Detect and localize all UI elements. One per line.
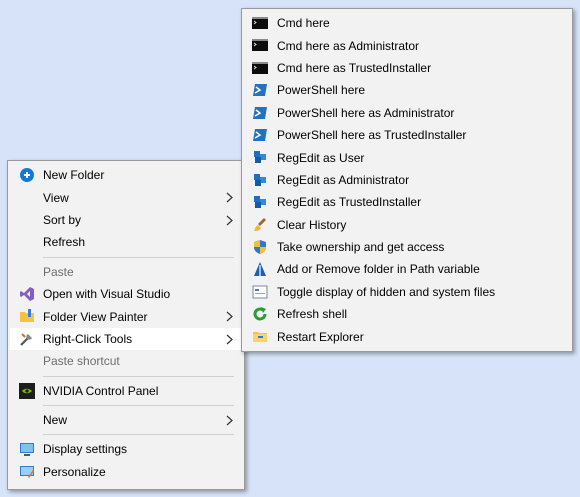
menu-separator: [43, 375, 234, 377]
powershell-icon: [253, 84, 267, 97]
new-folder-icon: [20, 168, 34, 182]
submenu-item-cmd-admin[interactable]: Cmd here as Administrator: [244, 34, 570, 56]
menu-item-new[interactable]: New: [10, 409, 242, 431]
chevron-right-icon: [226, 215, 233, 226]
menu-item-label: Personalize: [43, 464, 106, 479]
refresh-shell-icon: [253, 307, 267, 321]
menu-separator: [43, 256, 234, 258]
submenu-item-label: RegEdit as TrustedInstaller: [277, 195, 422, 210]
restart-explorer-icon: [253, 332, 267, 343]
submenu-item-label: Clear History: [277, 217, 347, 232]
cmd-icon: [252, 39, 268, 52]
tools-icon: [20, 333, 32, 346]
menu-item-label: Folder View Painter: [43, 309, 148, 324]
submenu-item-regedit-trustedinstaller[interactable]: RegEdit as TrustedInstaller: [244, 191, 570, 213]
shield-icon: [254, 239, 266, 254]
submenu-item-cmd-trustedinstaller[interactable]: Cmd here as TrustedInstaller: [244, 57, 570, 79]
menu-item-label: New Folder: [43, 168, 105, 183]
menu-item-label: Paste: [43, 264, 74, 279]
menu-item-label: Refresh: [43, 235, 86, 250]
submenu-item-label: PowerShell here as TrustedInstaller: [277, 128, 467, 143]
submenu-item-label: Restart Explorer: [277, 329, 364, 344]
menu-item-paste-shortcut: Paste shortcut: [10, 350, 242, 372]
powershell-icon: [253, 106, 267, 119]
cmd-icon: [252, 17, 268, 29]
chevron-right-icon: [226, 192, 233, 203]
regedit-icon: [254, 173, 266, 186]
menu-item-label: Paste shortcut: [43, 354, 120, 369]
menu-item-refresh[interactable]: Refresh: [10, 231, 242, 253]
menu-item-label: New: [43, 413, 68, 428]
menu-item-right-click-tools[interactable]: Right-Click Tools: [10, 327, 242, 351]
clear-history-icon: [254, 217, 266, 231]
submenu-item-toggle-hidden-files[interactable]: Toggle display of hidden and system file…: [244, 281, 570, 303]
visual-studio-icon: [20, 286, 34, 301]
submenu-item-powershell-admin[interactable]: PowerShell here as Administrator: [244, 102, 570, 124]
menu-item-label: Display settings: [43, 442, 128, 457]
submenu-item-refresh-shell[interactable]: Refresh shell: [244, 303, 570, 325]
menu-separator: [43, 434, 234, 436]
submenu-item-label: Cmd here as Administrator: [277, 38, 420, 53]
submenu-item-take-ownership[interactable]: Take ownership and get access: [244, 236, 570, 258]
menu-item-new-folder[interactable]: New Folder: [10, 164, 242, 186]
menu-item-paste: Paste: [10, 261, 242, 283]
submenu-item-powershell-trustedinstaller[interactable]: PowerShell here as TrustedInstaller: [244, 124, 570, 146]
menu-item-folder-view-painter[interactable]: Folder View Painter: [10, 305, 242, 327]
menu-item-display-settings[interactable]: Display settings: [10, 438, 242, 460]
submenu-item-label: Refresh shell: [277, 307, 348, 322]
folder-painter-icon: [20, 309, 34, 323]
menu-item-label: Right-Click Tools: [43, 331, 133, 346]
path-variable-icon: [254, 262, 266, 277]
submenu-item-label: Take ownership and get access: [277, 240, 445, 255]
submenu-item-label: PowerShell here: [277, 83, 366, 98]
chevron-right-icon: [226, 415, 233, 426]
toggle-hidden-icon: [252, 285, 268, 299]
menu-item-label: View: [43, 190, 69, 205]
menu-item-view[interactable]: View: [10, 186, 242, 208]
submenu-item-clear-history[interactable]: Clear History: [244, 214, 570, 236]
chevron-right-icon: [226, 334, 233, 345]
cmd-icon: [252, 61, 268, 74]
submenu-item-label: Toggle display of hidden and system file…: [277, 284, 496, 299]
menu-item-open-with-visual-studio[interactable]: Open with Visual Studio: [10, 283, 242, 305]
chevron-right-icon: [226, 311, 233, 322]
menu-item-label: Sort by: [43, 212, 82, 227]
submenu-item-restart-explorer[interactable]: Restart Explorer: [244, 325, 570, 347]
regedit-icon: [254, 196, 266, 209]
nvidia-icon: [19, 382, 35, 399]
powershell-icon: [253, 128, 267, 141]
submenu-item-label: Cmd here as TrustedInstaller: [277, 60, 432, 75]
submenu-item-regedit-admin[interactable]: RegEdit as Administrator: [244, 169, 570, 191]
menu-item-label: Open with Visual Studio: [43, 287, 171, 302]
menu-separator: [43, 404, 234, 406]
menu-item-sort-by[interactable]: Sort by: [10, 209, 242, 231]
menu-item-label: NVIDIA Control Panel: [43, 383, 159, 398]
submenu-item-label: Cmd here: [277, 16, 330, 31]
display-icon: [20, 443, 34, 457]
menu-item-nvidia-control-panel[interactable]: NVIDIA Control Panel: [10, 380, 242, 402]
regedit-icon: [254, 151, 266, 164]
submenu-item-path-variable[interactable]: Add or Remove folder in Path variable: [244, 258, 570, 280]
submenu-item-label: PowerShell here as Administrator: [277, 105, 455, 120]
submenu-item-cmd-here[interactable]: Cmd here: [244, 12, 570, 34]
personalize-icon: [20, 465, 34, 478]
submenu-item-label: Add or Remove folder in Path variable: [277, 262, 480, 277]
submenu-item-label: RegEdit as Administrator: [277, 172, 410, 187]
right-click-tools-submenu: Cmd here Cmd here as Administrator Cmd h…: [241, 8, 573, 352]
menu-item-personalize[interactable]: Personalize: [10, 461, 242, 483]
submenu-item-powershell-here[interactable]: PowerShell here: [244, 79, 570, 101]
desktop-context-menu: New Folder View Sort by Refresh Paste Op…: [7, 160, 245, 490]
submenu-item-regedit-user[interactable]: RegEdit as User: [244, 146, 570, 168]
submenu-item-label: RegEdit as User: [277, 150, 365, 165]
